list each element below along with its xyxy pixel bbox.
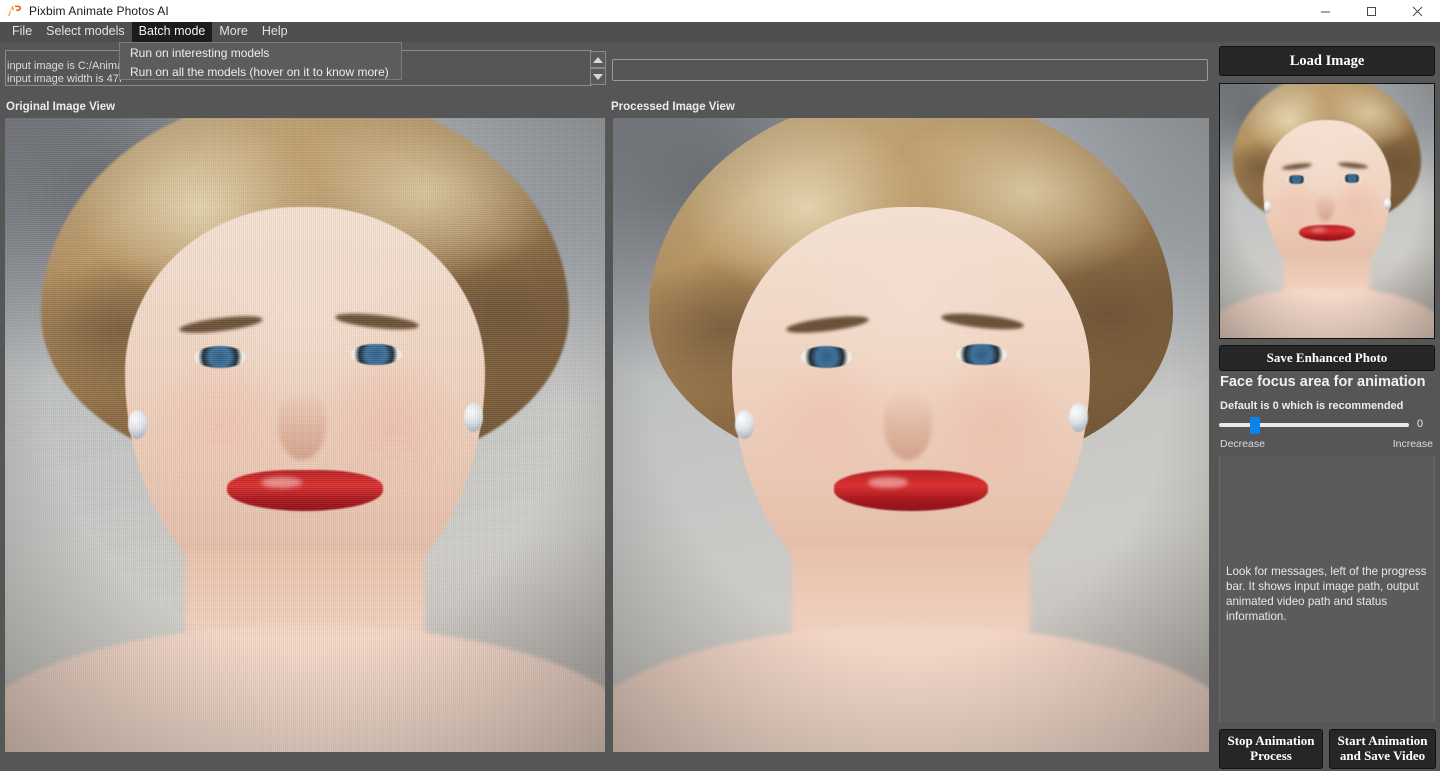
stop-animation-button[interactable]: Stop Animation Process [1219,729,1323,769]
thumbnail-preview[interactable] [1219,83,1435,339]
application-window: Pixbim Animate Photos AI File Select mod… [0,0,1440,771]
face-focus-subtext: Default is 0 which is recommended [1220,400,1404,412]
original-portrait-image [5,118,605,752]
slider-decrease-label: Decrease [1220,438,1265,450]
right-sidebar: Load Image Save Enhanced Photo Face focu… [1214,42,1440,771]
menu-item-more[interactable]: More [212,22,254,42]
window-title: Pixbim Animate Photos AI [29,4,169,18]
batch-mode-dropdown: Run on interesting models Run on all the… [119,42,402,80]
slider-value: 0 [1417,418,1424,430]
message-panel: Look for messages, left of the progress … [1219,456,1435,722]
dropdown-item-run-interesting-models[interactable]: Run on interesting models [120,43,401,62]
menu-item-batch-mode[interactable]: Batch mode [131,22,213,42]
start-animation-button[interactable]: Start Animation and Save Video [1329,729,1436,769]
menu-item-file[interactable]: File [5,22,39,42]
stop-button-line1: Stop Animation [1227,733,1315,749]
menu-item-select-models[interactable]: Select models [39,22,132,42]
message-text: Look for messages, left of the progress … [1226,565,1427,623]
start-button-line2: and Save Video [1339,748,1426,763]
face-focus-slider[interactable]: 0 [1219,416,1435,434]
slider-increase-label: Increase [1392,438,1433,450]
stop-button-line2: Process [1250,748,1292,763]
progress-bar [612,59,1208,81]
processed-portrait-image [613,118,1209,752]
titlebar: Pixbim Animate Photos AI [0,0,1440,22]
face-focus-heading: Face focus area for animation [1220,374,1426,390]
pixbim-logo-icon [6,3,22,19]
window-controls [1302,0,1440,22]
original-image-pane[interactable] [5,118,605,752]
menu-item-help[interactable]: Help [255,22,295,42]
slider-track[interactable] [1219,423,1409,427]
minimize-icon[interactable] [1302,0,1348,22]
thumbnail-portrait-image [1220,84,1434,338]
original-image-view-label: Original Image View [6,101,116,113]
spinner-up-arrow-icon[interactable] [590,51,606,68]
slider-thumb[interactable] [1250,417,1260,434]
load-image-button[interactable]: Load Image [1219,46,1435,76]
processed-image-view-label: Processed Image View [611,101,735,113]
value-stepper[interactable] [590,51,606,85]
save-enhanced-photo-button[interactable]: Save Enhanced Photo [1219,345,1435,371]
spinner-down-arrow-icon[interactable] [590,68,606,85]
processed-image-pane[interactable] [613,118,1209,752]
start-button-line1: Start Animation [1337,733,1428,749]
maximize-icon[interactable] [1348,0,1394,22]
menubar: File Select models Batch mode More Help [0,22,1440,42]
close-icon[interactable] [1394,0,1440,22]
dropdown-item-run-all-models[interactable]: Run on all the models (hover on it to kn… [120,62,401,81]
